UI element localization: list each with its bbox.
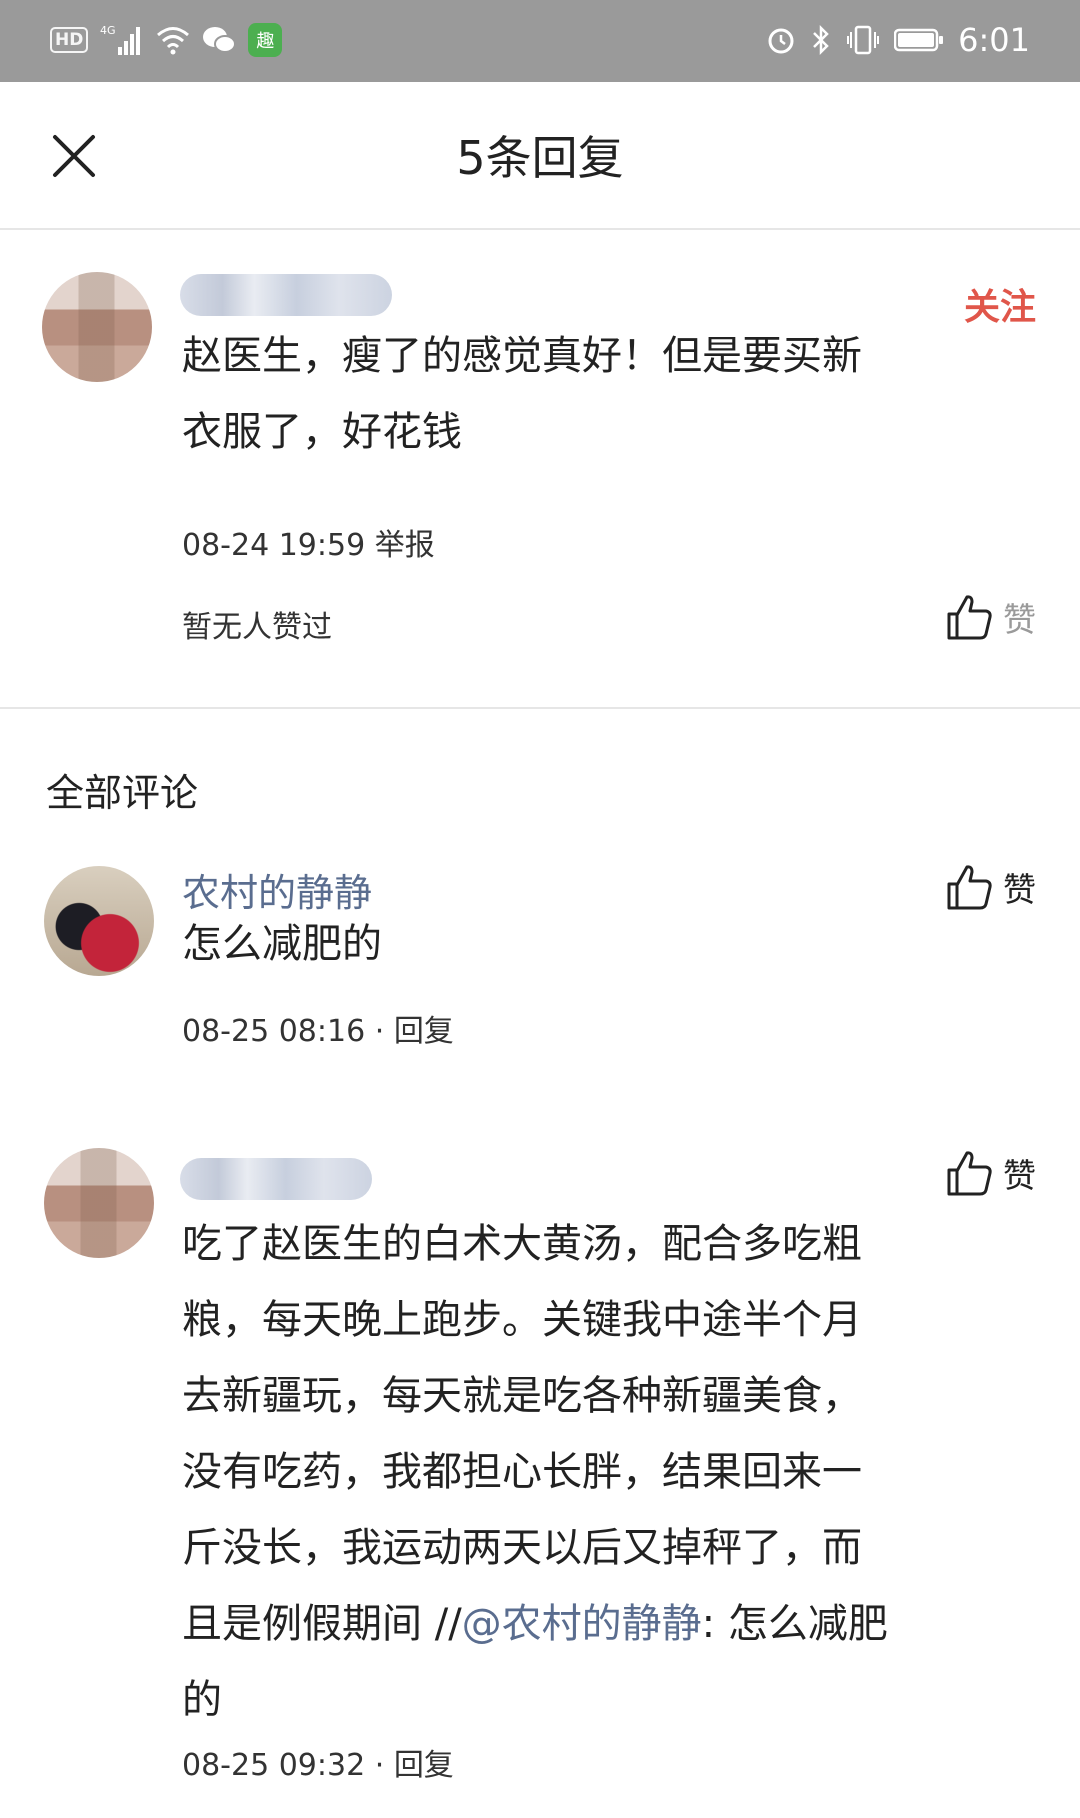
comment-meta: 08-24 19:59 举报	[182, 520, 435, 564]
like-button[interactable]: 赞	[945, 592, 1036, 642]
reply-item: 吃了赵医生的白术大黄汤，配合多吃粗 粮，每天晚上跑步。关键我中途半个月 去新疆玩…	[0, 1142, 1080, 1818]
reply-link[interactable]: 回复	[394, 1014, 454, 1049]
reply-text-line: 斤没长，我运动两天以后又掉秤了，而	[182, 1525, 862, 1571]
avatar[interactable]	[44, 866, 154, 976]
status-time: 6:01	[958, 21, 1030, 59]
svg-text:4G: 4G	[100, 24, 116, 37]
comment-timestamp: 08-24 19:59	[182, 528, 366, 563]
section-title: 全部评论	[46, 771, 199, 815]
meta-separator: ·	[374, 1014, 385, 1049]
author-name-blurred[interactable]	[180, 274, 392, 316]
status-left: HD 4G 趣	[50, 18, 283, 62]
reply-text-line: 粮，每天晚上跑步。关键我中途半个月	[182, 1297, 862, 1343]
alarm-icon	[768, 28, 794, 54]
comment-text-line: 赵医生，瘦了的感觉真好！但是要买新	[182, 333, 862, 379]
reply-meta: 08-25 08:16 · 回复	[182, 1006, 454, 1050]
author-name-blurred[interactable]	[180, 1158, 372, 1200]
like-label: 赞	[1003, 1156, 1036, 1195]
hd-icon: HD	[50, 27, 89, 53]
app-qu-icon: 趣	[248, 23, 283, 57]
like-button[interactable]: 赞	[945, 1148, 1036, 1198]
main-comment: 关注 赵医生，瘦了的感觉真好！但是要买新 衣服了，好花钱 08-24 19:59…	[0, 230, 1080, 710]
reply-text-line: 的	[182, 1677, 222, 1723]
status-right: 6:01	[766, 18, 1030, 62]
bluetooth-icon	[813, 24, 829, 56]
like-button[interactable]: 赞	[945, 862, 1036, 912]
avatar[interactable]	[44, 1148, 154, 1258]
page-title: 5条回复	[456, 131, 624, 185]
reply-link[interactable]: 回复	[394, 1748, 454, 1783]
battery-icon	[894, 28, 944, 52]
reply-text-line: 且是例假期间 //@农村的静静: 怎么减肥	[182, 1586, 1042, 1662]
thumbs-up-icon	[947, 1151, 992, 1196]
text-segment: : 怎么减肥	[701, 1601, 888, 1647]
text-segment: 且是例假期间 //	[182, 1601, 462, 1647]
reply-item: 农村的静静 怎么减肥的 08-25 08:16 · 回复 赞	[0, 862, 1080, 1062]
meta-separator: ·	[374, 1748, 385, 1783]
sheet-header: 5条回复	[0, 82, 1080, 230]
reply-text: 吃了赵医生的白术大黄汤，配合多吃粗 粮，每天晚上跑步。关键我中途半个月 去新疆玩…	[182, 1206, 1042, 1738]
avatar[interactable]	[42, 272, 152, 382]
thumbs-up-icon	[947, 595, 992, 640]
wifi-icon	[157, 27, 190, 55]
reply-timestamp: 08-25 08:16	[182, 1014, 366, 1049]
like-label: 赞	[1003, 600, 1036, 639]
reply-text-line: 吃了赵医生的白术大黄汤，配合多吃粗	[182, 1221, 862, 1267]
mention-link[interactable]: @农村的静静	[462, 1601, 702, 1647]
vibrate-icon	[847, 25, 880, 55]
thumbs-up-icon	[947, 865, 992, 910]
replies-sheet: 5条回复 关注 赵医生，瘦了的感觉真好！但是要买新 衣服了，好花钱 08-24 …	[0, 82, 1080, 1818]
status-bar: HD 4G 趣 6:01	[0, 0, 1080, 82]
reply-meta: 08-25 09:32 · 回复	[182, 1740, 454, 1784]
report-link[interactable]: 举报	[375, 528, 435, 563]
reply-text-line: 去新疆玩，每天就是吃各种新疆美食，	[182, 1373, 862, 1419]
signal-4g-icon: 4G	[100, 24, 141, 55]
comment-text: 赵医生，瘦了的感觉真好！但是要买新 衣服了，好花钱	[182, 318, 1042, 470]
wechat-icon	[203, 27, 237, 53]
reply-text-line: 没有吃药，我都担心长胖，结果回来一	[182, 1449, 862, 1495]
like-label: 赞	[1003, 870, 1036, 909]
comment-text-line: 衣服了，好花钱	[182, 409, 462, 455]
divider	[0, 707, 1080, 709]
reply-text: 怎么减肥的	[182, 921, 382, 967]
no-likes-text: 暂无人赞过	[182, 610, 332, 645]
reply-timestamp: 08-25 09:32	[182, 1748, 366, 1783]
